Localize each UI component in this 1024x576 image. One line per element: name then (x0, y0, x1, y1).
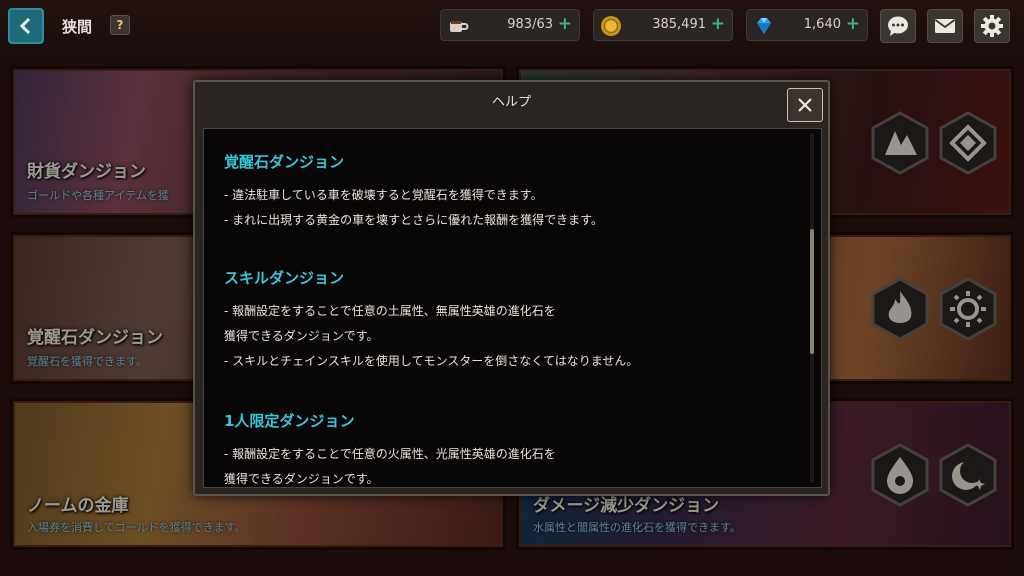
back-button[interactable] (8, 8, 44, 44)
chat-bubble-icon (888, 16, 908, 36)
help-text-line: - 違法駐車している車を破壊すると覚醒石を獲得できます。 (224, 188, 543, 202)
close-button[interactable] (787, 88, 823, 122)
gold-counter: 385,491 + (593, 9, 733, 41)
gear-icon (981, 15, 1003, 37)
coffee-cup-icon (450, 21, 469, 32)
help-text-line: - 報酬設定をすることで任意の火属性、光属性英雄の進化石を (224, 447, 556, 461)
gold-value: 385,491 (652, 17, 706, 32)
help-text-line: - スキルとチェインスキルを使用してモンスターを倒さなくてはなりません。 (224, 354, 639, 368)
help-content[interactable]: 覚醒石ダンジョン - 違法駐車している車を破壊すると覚醒石を獲得できます。 - … (203, 128, 822, 488)
top-bar: 狭間 ? 983/63 + 385,491 + 1,640 + (0, 0, 1024, 52)
gem-counter: 1,640 + (746, 9, 868, 41)
chevron-left-icon (19, 17, 31, 35)
help-section-solo: 1人限定ダンジョン - 報酬設定をすることで任意の火属性、光属性英雄の進化石を … (224, 410, 556, 487)
add-gem-button[interactable]: + (846, 14, 860, 34)
diamond-icon (757, 18, 771, 34)
help-dialog: ヘルプ 覚醒石ダンジョン - 違法駐車している車を破壊すると覚醒石を獲得できます… (193, 80, 830, 496)
settings-button[interactable] (974, 9, 1010, 43)
mail-icon (934, 19, 956, 33)
gem-value: 1,640 (803, 17, 841, 32)
mail-button[interactable] (927, 9, 963, 43)
help-section-awakening: 覚醒石ダンジョン - 違法駐車している車を破壊すると覚醒石を獲得できます。 - … (224, 151, 603, 236)
add-gold-button[interactable]: + (711, 14, 725, 34)
gold-coin-icon (601, 16, 621, 36)
help-text-line: - 報酬設定をすることで任意の土属性、無属性英雄の進化石を (224, 304, 556, 318)
help-text-line: 獲得できるダンジョンです。 (224, 472, 379, 486)
section-title: 1人限定ダンジョン (224, 412, 355, 430)
stamina-value: 983/63 (507, 17, 553, 32)
add-stamina-button[interactable]: + (558, 14, 572, 34)
section-title: スキルダンジョン (224, 269, 345, 287)
dialog-title: ヘルプ (491, 95, 531, 110)
help-text-line: 獲得できるダンジョンです。 (224, 329, 379, 343)
stamina-counter: 983/63 + (440, 9, 580, 41)
help-section-skill: スキルダンジョン - 報酬設定をすることで任意の土属性、無属性英雄の進化石を 獲… (224, 267, 638, 377)
section-title: 覚醒石ダンジョン (224, 153, 345, 171)
scrollbar-thumb[interactable] (810, 229, 814, 354)
help-text-line: - まれに出現する黄金の車を壊すとさらに優れた報酬を獲得できます。 (224, 213, 603, 227)
help-button[interactable]: ? (110, 15, 130, 35)
page-title: 狭間 (62, 18, 93, 36)
chat-button[interactable] (880, 9, 916, 43)
close-icon (798, 98, 812, 112)
